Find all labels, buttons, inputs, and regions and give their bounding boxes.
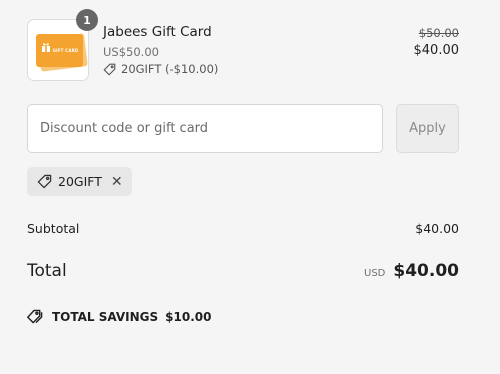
total-row: Total USD $40.00 [27,261,459,281]
gift-card-image: GIFT CARD [36,34,83,67]
item-info: Jabees Gift Card US$50.00 20GIFT (-$10.0… [103,24,218,76]
total-value: $40.00 [393,261,459,281]
savings-label: TOTAL SAVINGS [52,309,159,324]
applied-discount-code: 20GIFT [58,174,102,189]
tag-icon [103,63,116,75]
tag-icon [37,174,52,189]
item-discount-text: 20GIFT (-$10.00) [121,62,219,76]
tags-icon [27,309,43,324]
item-discount: 20GIFT (-$10.00) [103,62,218,76]
applied-discount-tag: 20GIFT ✕ [27,167,132,196]
currency-code: USD [364,268,386,279]
item-prices: $50.00 $40.00 [414,26,460,58]
close-icon[interactable]: ✕ [111,175,123,189]
total-savings: TOTAL SAVINGS $10.00 [27,309,211,324]
discount-code-input[interactable] [27,104,383,153]
total-label: Total [27,261,67,281]
gift-card-label: GIFT CARD [52,48,79,53]
discounted-price: $40.00 [413,43,460,58]
subtotal-row: Subtotal $40.00 [27,221,459,236]
subtotal-label: Subtotal [27,221,80,236]
total-amount: USD $40.00 [364,261,459,281]
savings-value: $10.00 [165,309,212,324]
apply-button[interactable]: Apply [396,104,459,153]
subtotal-value: $40.00 [415,221,459,236]
quantity-badge: 1 [76,9,98,31]
original-price: $50.00 [418,26,459,40]
item-variant: US$50.00 [103,45,159,59]
item-name: Jabees Gift Card [103,24,212,40]
line-item: GIFT CARD 1 Jabees Gift Card US$50.00 20… [27,9,460,83]
gift-bow-icon [42,43,50,52]
